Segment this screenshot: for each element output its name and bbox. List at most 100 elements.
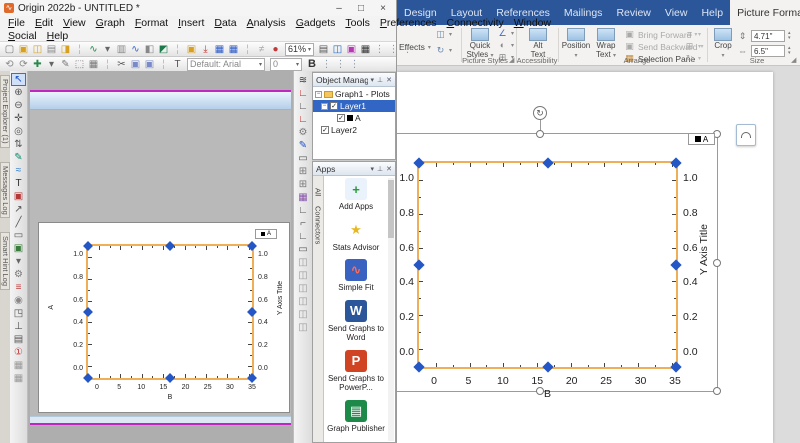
word-page[interactable]: ↻ A 1.00.80.60.40.20.0 1.00.80.60.40.20.… [397,72,773,443]
layout-options-button[interactable] [736,124,756,146]
font-size-select[interactable]: 0▾ [270,58,302,71]
close-icon[interactable]: ✕ [386,165,392,173]
tree-row-layer2[interactable]: ✓ Layer2 [313,124,395,136]
shape-height-field[interactable]: ⇕ 4.71" ▴▾ [737,30,791,42]
toolbar-icon[interactable]: ✎ [59,58,72,71]
toolbar-icon[interactable]: ≠ [255,43,268,56]
tool-icon[interactable]: ⊕ [11,86,26,99]
toolbar-icon[interactable]: ▾ [101,43,114,56]
toolbar-icon[interactable]: ⟳ [17,58,30,71]
app-item[interactable]: ▤ Graph Publisher [325,400,387,434]
tool-icon[interactable]: ∟ [297,113,310,126]
toolbar-icon[interactable]: ● [269,43,282,56]
toolbar-icon[interactable]: ◩ [157,43,170,56]
menu-item[interactable]: File [4,17,29,29]
tool-icon[interactable]: ◫ [297,308,310,321]
menu-item[interactable]: View [59,17,90,29]
menu-item[interactable]: Data [210,17,240,29]
resize-handle[interactable] [536,130,544,138]
toolbar-icon[interactable]: ▣ [17,43,30,56]
toolbar-icon[interactable]: ▣ [129,58,142,71]
resize-handle[interactable] [713,259,721,267]
toolbar-icon[interactable]: ▦ [227,43,240,56]
tool-icon[interactable]: ⊥ [11,320,26,333]
menu-item[interactable]: Gadgets [292,17,340,29]
toolbar-icon[interactable]: ◨ [59,43,72,56]
height-stepper[interactable]: ▴▾ [788,31,791,41]
tool-icon[interactable]: ◳ [11,307,26,320]
collapse-icon[interactable]: − [315,91,322,98]
menu-item[interactable]: Tools [341,17,374,29]
tool-icon[interactable]: ↖ [11,73,26,86]
tool-icon[interactable]: ⚙ [297,126,310,139]
y-axis-title-left[interactable]: A [48,305,55,310]
selection-handle[interactable] [247,373,257,383]
tool-icon[interactable]: ▣ [11,190,26,203]
tool-icon[interactable]: ✛ [11,112,26,125]
checkbox-checked-icon[interactable]: ✓ [330,102,338,110]
tool-icon[interactable]: ◫ [297,269,310,282]
menu-item[interactable]: Edit [31,17,57,29]
close-button[interactable]: × [374,3,392,14]
toolbar-icon[interactable]: ◧ [143,43,156,56]
toolbar-icon[interactable]: ▦ [213,43,226,56]
width-stepper[interactable]: ▴▾ [788,46,791,56]
tool-icon[interactable]: ▦ [297,191,310,204]
menu-item[interactable]: Analysis [243,17,290,29]
font-select[interactable]: Default: Arial▾ [187,58,265,71]
toolbar-icon[interactable]: ▣ [143,58,156,71]
ribbon-tab[interactable]: Help [694,0,730,25]
app-item[interactable]: W Send Graphs to Word [325,300,387,343]
toolbar-icon[interactable]: ▦ [87,58,100,71]
tool-icon[interactable]: ✎ [297,139,310,152]
bold-button[interactable]: B [305,58,319,71]
toolbar-icon[interactable]: ▢ [3,43,16,56]
tool-icon[interactable]: ◫ [297,295,310,308]
change-picture-button[interactable]: ◫▾ [435,29,452,40]
tool-icon[interactable]: ▦ [11,359,26,372]
tool-icon[interactable]: ▤ [11,333,26,346]
toolbar-icon[interactable]: ▦ [359,43,372,56]
tool-icon[interactable]: ◉ [11,294,26,307]
x-axis-title[interactable]: B [86,394,254,401]
toolbar-icon[interactable]: ▣ [185,43,198,56]
pin-icon[interactable]: ⊥ [377,165,383,173]
tool-icon[interactable]: T [11,177,26,190]
toolbar-icon[interactable]: ◫ [331,43,344,56]
toolbar-icon[interactable]: ▥ [115,43,128,56]
tool-icon[interactable]: ⊞ [297,165,310,178]
scrollbar-thumb[interactable] [388,180,394,238]
object-manager-header[interactable]: Object Manager ▾ ⊥ ✕ [313,73,395,87]
app-item[interactable]: + Add Apps [325,178,387,212]
tool-icon[interactable]: ◫ [297,321,310,334]
toolbar-icon[interactable]: ⬚ [73,58,86,71]
tool-icon[interactable]: ╱ [11,216,26,229]
menu-item[interactable]: Connectivity [443,17,508,29]
tool-icon[interactable]: ∟ [297,87,310,100]
toolbar-icon[interactable]: ⋮ [387,43,400,56]
apps-tab[interactable]: Connectors [314,206,323,244]
reset-picture-button[interactable]: ↻▾ [435,45,452,56]
toolbar-icon[interactable]: ⋮ [348,58,361,71]
tool-icon[interactable]: ⊞ [297,178,310,191]
tool-icon[interactable]: ≈ [11,164,26,177]
minimize-button[interactable]: – [330,3,348,14]
graph-window-titlebar[interactable] [30,92,291,110]
menu-item[interactable]: Format [131,17,172,29]
side-panel-tab[interactable]: Messages Log [0,162,10,219]
selection-handle[interactable] [83,373,93,383]
menu-item[interactable]: Preferences [376,17,441,29]
maximize-button[interactable]: □ [352,3,370,14]
rotate-handle-icon[interactable]: ↻ [533,106,547,120]
ribbon-tab[interactable]: View [658,0,695,25]
toolbar-icon[interactable]: ⋮ [401,43,414,56]
graph1-window[interactable]: A 1.00.80.60.40.20.0 1.00.80.60.40.20.0 … [30,90,291,425]
zoom-select[interactable]: 61%▾ [285,43,314,56]
tool-icon[interactable]: ≡ [11,281,26,294]
apps-scrollbar[interactable] [388,178,394,441]
tool-icon[interactable]: ▦ [11,372,26,385]
tool-icon[interactable]: ∟ [297,230,310,243]
toolbar-icon[interactable]: ⟲ [3,58,16,71]
app-item[interactable]: ∿ Simple Fit [325,259,387,293]
toolbar-icon[interactable]: ∿ [87,43,100,56]
